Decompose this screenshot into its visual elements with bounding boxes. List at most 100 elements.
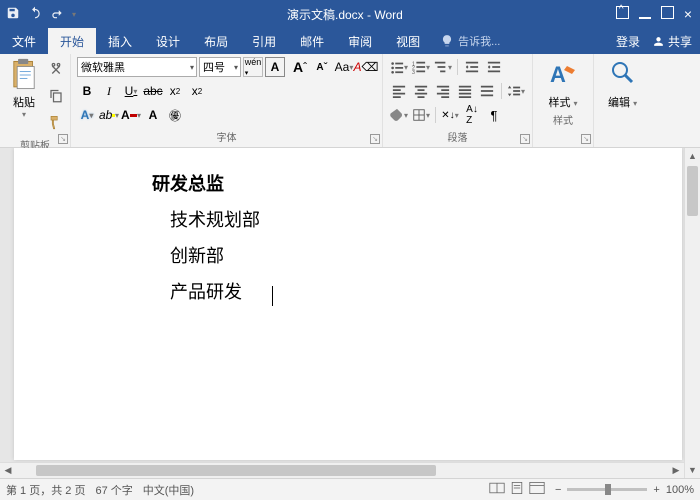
justify-button[interactable] [455,81,475,101]
group-font: 微软雅黑▾ 四号▾ wén▾ A B I U ▾ abc x2 x2 A ▾ a… [71,54,383,147]
tab-home[interactable]: 开始 [48,28,96,54]
shading-button[interactable]: ▾ [389,105,409,125]
font-color-button[interactable]: A▾ [121,105,141,125]
paste-button[interactable]: 粘贴 ▾ [6,56,42,135]
scroll-left-icon[interactable]: ◀ [0,463,16,478]
qat-customize-icon[interactable]: ▾ [72,10,76,19]
paste-dropdown-icon: ▾ [22,110,26,119]
cut-button[interactable] [48,61,64,81]
ribbon-options-icon[interactable]: ^ [616,6,629,22]
align-center-button[interactable] [411,81,431,101]
print-layout-button[interactable] [509,481,525,498]
paste-icon [10,58,38,92]
font-name-combo[interactable]: 微软雅黑▾ [77,57,197,77]
underline-button[interactable]: U ▾ [121,81,141,101]
sort-button[interactable]: A↓Z [462,105,482,125]
clear-formatting-button[interactable]: A⌫ [356,57,376,77]
clipboard-dialog-launcher[interactable]: ↘ [58,134,68,144]
word-count[interactable]: 67 个字 [95,482,132,498]
borders-button[interactable]: ▾ [411,105,431,125]
svg-text:3: 3 [412,70,415,74]
zoom-level[interactable]: 100% [666,484,694,496]
styles-icon: A [547,60,579,92]
scroll-down-icon[interactable]: ▼ [685,462,700,478]
align-right-button[interactable] [433,81,453,101]
grow-font-button[interactable]: Aˆ [290,57,310,77]
web-layout-button[interactable] [529,481,545,498]
window-title: 演示文稿.docx - Word [82,6,608,23]
shrink-font-button[interactable]: Aˇ [312,57,332,77]
vertical-scroll-thumb[interactable] [687,166,698,216]
login-button[interactable]: 登录 [616,33,640,50]
tab-references[interactable]: 引用 [240,28,288,54]
font-dialog-launcher[interactable]: ↘ [370,134,380,144]
undo-icon[interactable] [28,6,42,23]
horizontal-scroll-thumb[interactable] [36,465,436,476]
tell-me-search[interactable]: 告诉我... [432,28,616,54]
vertical-scrollbar[interactable]: ▲ ▼ [684,148,700,478]
page-indicator[interactable]: 第 1 页，共 2 页 [6,482,85,498]
maximize-icon[interactable] [661,6,674,22]
save-icon[interactable] [6,6,20,23]
phonetic-guide-button[interactable]: wén▾ [243,57,263,77]
window-controls: ^ × [608,6,700,22]
paragraph-dialog-launcher[interactable]: ↘ [520,134,530,144]
strikethrough-button[interactable]: abc [143,81,163,101]
ribbon: 粘贴 ▾ 剪贴板 ↘ 微软雅黑▾ 四号▾ wén▾ A B [0,54,700,148]
increase-indent-button[interactable] [484,57,504,77]
scroll-up-icon[interactable]: ▲ [685,148,700,164]
text-cursor-icon [272,286,273,306]
enclose-char-button[interactable]: ㊝ [165,105,185,125]
scroll-right-icon[interactable]: ▶ [668,463,684,478]
document-page[interactable]: 研发总监 技术规划部 创新部 产品研发 [14,148,682,460]
numbering-button[interactable]: 123▾ [411,57,431,77]
superscript-button[interactable]: x2 [187,81,207,101]
line-spacing-button[interactable]: ▾ [506,81,526,101]
tab-review[interactable]: 审阅 [336,28,384,54]
styles-button[interactable]: A 样式 ▾ [539,56,587,110]
close-icon[interactable]: × [684,6,692,22]
char-shading-button[interactable]: A [143,105,163,125]
text-effects-button[interactable]: A ▾ [77,105,97,125]
editing-group-label [600,110,645,126]
body-line[interactable]: 产品研发 [152,274,682,310]
char-border-button[interactable]: A [265,57,285,77]
asian-layout-button[interactable]: ✕↓▾ [440,105,460,125]
editing-button[interactable]: 编辑 ▾ [600,56,645,110]
redo-icon[interactable] [50,6,64,23]
tab-mailings[interactable]: 邮件 [288,28,336,54]
highlight-button[interactable]: ab▾ [99,105,119,125]
zoom-control: − + 100% [555,484,694,496]
heading-line[interactable]: 研发总监 [152,166,682,202]
tab-insert[interactable]: 插入 [96,28,144,54]
decrease-indent-button[interactable] [462,57,482,77]
zoom-in-button[interactable]: + [653,484,659,496]
styles-dialog-launcher[interactable]: ↘ [581,134,591,144]
share-button[interactable]: 共享 [652,33,692,50]
tab-layout[interactable]: 布局 [192,28,240,54]
show-marks-button[interactable]: ¶ [484,105,504,125]
italic-button[interactable]: I [99,81,119,101]
zoom-out-button[interactable]: − [555,484,561,496]
tab-view[interactable]: 视图 [384,28,432,54]
tab-file[interactable]: 文件 [0,28,48,54]
horizontal-scrollbar[interactable]: ◀ ▶ [0,462,684,478]
zoom-slider[interactable] [567,488,647,491]
copy-button[interactable] [48,88,64,108]
bullets-button[interactable]: ▾ [389,57,409,77]
tab-design[interactable]: 设计 [144,28,192,54]
body-line[interactable]: 技术规划部 [152,202,682,238]
align-left-button[interactable] [389,81,409,101]
read-mode-button[interactable] [489,481,505,498]
format-painter-button[interactable] [48,115,64,135]
minimize-icon[interactable] [639,7,651,22]
language-indicator[interactable]: 中文(中国) [143,482,194,498]
zoom-slider-thumb[interactable] [605,484,611,495]
font-size-combo[interactable]: 四号▾ [199,57,241,77]
multilevel-list-button[interactable]: ▾ [433,57,453,77]
body-line[interactable]: 创新部 [152,238,682,274]
distributed-button[interactable] [477,81,497,101]
bold-button[interactable]: B [77,81,97,101]
change-case-button[interactable]: Aa▾ [334,57,354,77]
subscript-button[interactable]: x2 [165,81,185,101]
